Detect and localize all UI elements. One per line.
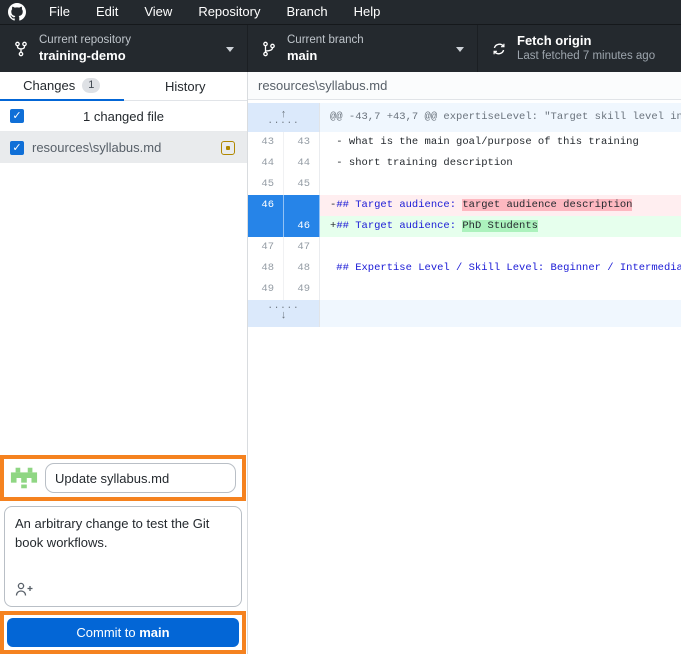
file-list-item[interactable]: ✓ resources\syllabus.md: [0, 132, 247, 163]
diff-line-context[interactable]: 4343 - what is the main goal/purpose of …: [248, 132, 681, 153]
diff-line-context[interactable]: 4747: [248, 237, 681, 258]
expand-down-icon[interactable]: ·····↓: [248, 300, 320, 327]
tab-history[interactable]: History: [124, 72, 248, 100]
changes-count-badge: 1: [82, 78, 100, 93]
fetch-origin-button[interactable]: Fetch origin Last fetched 7 minutes ago: [478, 25, 681, 72]
github-logo-icon: [8, 3, 26, 21]
diff-body: ↑·····@@ -43,7 +43,7 @@ expertiseLevel: …: [248, 100, 681, 654]
diff-line-code: +## Target audience: PhD Students: [320, 216, 681, 237]
content-area: Changes 1 History 1 changed file ✓ ✓ res…: [0, 72, 681, 654]
new-line-number[interactable]: 43: [284, 132, 320, 153]
new-line-number[interactable]: [284, 195, 320, 216]
diff-line-code: - what is the main goal/purpose of this …: [320, 132, 681, 153]
hunk-header-text: @@ -43,7 +43,7 @@ expertiseLevel: "Targe…: [320, 103, 681, 132]
new-line-number[interactable]: 49: [284, 279, 320, 300]
commit-button-branch: main: [139, 625, 169, 640]
old-line-number[interactable]: 43: [248, 132, 284, 153]
current-repository-label: Current repository: [39, 33, 131, 48]
old-line-number[interactable]: 46: [248, 195, 284, 216]
menu-item-help[interactable]: Help: [341, 0, 394, 24]
new-line-number[interactable]: 45: [284, 174, 320, 195]
new-line-number[interactable]: 47: [284, 237, 320, 258]
avatar: [10, 464, 38, 492]
menu-items: FileEditViewRepositoryBranchHelp: [36, 0, 393, 24]
new-line-number[interactable]: 48: [284, 258, 320, 279]
diff-line-code: [320, 237, 681, 258]
word-diff-highlight: PhD Students: [462, 220, 538, 232]
diff-line-deletion[interactable]: 46 -## Target audience: target audience d…: [248, 195, 681, 216]
old-line-number[interactable]: 44: [248, 153, 284, 174]
sidebar: Changes 1 History 1 changed file ✓ ✓ res…: [0, 72, 248, 654]
fetch-origin-title: Fetch origin: [517, 33, 655, 49]
file-checkbox[interactable]: ✓: [10, 141, 24, 155]
diff-line-context[interactable]: 4545: [248, 174, 681, 195]
commit-summary-input[interactable]: [45, 463, 236, 493]
old-line-number[interactable]: 48: [248, 258, 284, 279]
old-line-number[interactable]: 47: [248, 237, 284, 258]
diff-hunk-row: ↑·····@@ -43,7 +43,7 @@ expertiseLevel: …: [248, 103, 681, 132]
commit-button[interactable]: Commit to main: [7, 618, 239, 647]
sync-icon: [491, 41, 507, 57]
annotation-highlight-summary: [0, 455, 246, 501]
commit-button-label: Commit to: [76, 625, 139, 640]
expand-up-icon[interactable]: ↑·····: [248, 103, 320, 132]
chevron-down-icon: [456, 47, 464, 52]
diff-line-code: -## Target audience: target audience des…: [320, 195, 681, 216]
current-repository-text: Current repository training-demo: [39, 33, 131, 64]
menu-item-branch[interactable]: Branch: [273, 0, 340, 24]
fetch-origin-subtitle: Last fetched 7 minutes ago: [517, 49, 655, 64]
current-branch-text: Current branch main: [287, 33, 364, 64]
current-branch-label: Current branch: [287, 33, 364, 48]
menu-item-repository[interactable]: Repository: [185, 0, 273, 24]
expand-code: [320, 300, 681, 327]
chevron-down-icon: [226, 47, 234, 52]
repo-fork-icon: [13, 41, 29, 57]
diff-line-code: [320, 174, 681, 195]
diff-line-code: ## Expertise Level / Skill Level: Beginn…: [320, 258, 681, 279]
tab-history-label: History: [165, 79, 205, 94]
tab-changes-label: Changes: [23, 78, 75, 93]
add-coauthor-icon[interactable]: [14, 581, 34, 599]
diff-line-code: [320, 279, 681, 300]
toolbar: Current repository training-demo Current…: [0, 24, 681, 72]
sidebar-tabs: Changes 1 History: [0, 72, 247, 101]
old-line-number[interactable]: [248, 216, 284, 237]
menu-item-edit[interactable]: Edit: [83, 0, 131, 24]
diff-line-addition[interactable]: 46+## Target audience: PhD Students: [248, 216, 681, 237]
current-repository-value: training-demo: [39, 48, 131, 64]
fetch-origin-text: Fetch origin Last fetched 7 minutes ago: [517, 33, 655, 64]
word-diff-highlight: target audience description: [462, 199, 632, 211]
new-line-number[interactable]: 44: [284, 153, 320, 174]
old-line-number[interactable]: 45: [248, 174, 284, 195]
menu-item-file[interactable]: File: [36, 0, 83, 24]
changed-files-header: 1 changed file ✓: [0, 101, 247, 132]
diff-line-context[interactable]: 4949: [248, 279, 681, 300]
file-path-label: resources\syllabus.md: [32, 140, 221, 155]
diff-line-code: - short training description: [320, 153, 681, 174]
modified-status-icon: [221, 141, 235, 155]
title-bar: FileEditViewRepositoryBranchHelp: [0, 0, 681, 24]
github-desktop-window: FileEditViewRepositoryBranchHelp Current…: [0, 0, 681, 654]
commit-description-textarea[interactable]: An arbitrary change to test the Git book…: [4, 506, 242, 607]
commit-description-text: An arbitrary change to test the Git book…: [15, 516, 209, 550]
diff-line-context[interactable]: 4848 ## Expertise Level / Skill Level: B…: [248, 258, 681, 279]
current-repository-button[interactable]: Current repository training-demo: [0, 25, 248, 72]
new-line-number[interactable]: 46: [284, 216, 320, 237]
tab-changes[interactable]: Changes 1: [0, 72, 124, 101]
menu-item-view[interactable]: View: [131, 0, 185, 24]
current-branch-value: main: [287, 48, 364, 64]
branch-icon: [261, 41, 277, 57]
diff-pane: resources\syllabus.md ↑·····@@ -43,7 +43…: [248, 72, 681, 654]
annotation-highlight-commit-button: Commit to main: [0, 611, 246, 654]
diff-file-path: resources\syllabus.md: [248, 72, 681, 100]
changed-files-count: 1 changed file: [0, 109, 247, 124]
diff-line-context[interactable]: 4444 - short training description: [248, 153, 681, 174]
current-branch-button[interactable]: Current branch main: [248, 25, 478, 72]
sidebar-spacer: [0, 163, 247, 455]
old-line-number[interactable]: 49: [248, 279, 284, 300]
diff-expand-row: ·····↓: [248, 300, 681, 327]
